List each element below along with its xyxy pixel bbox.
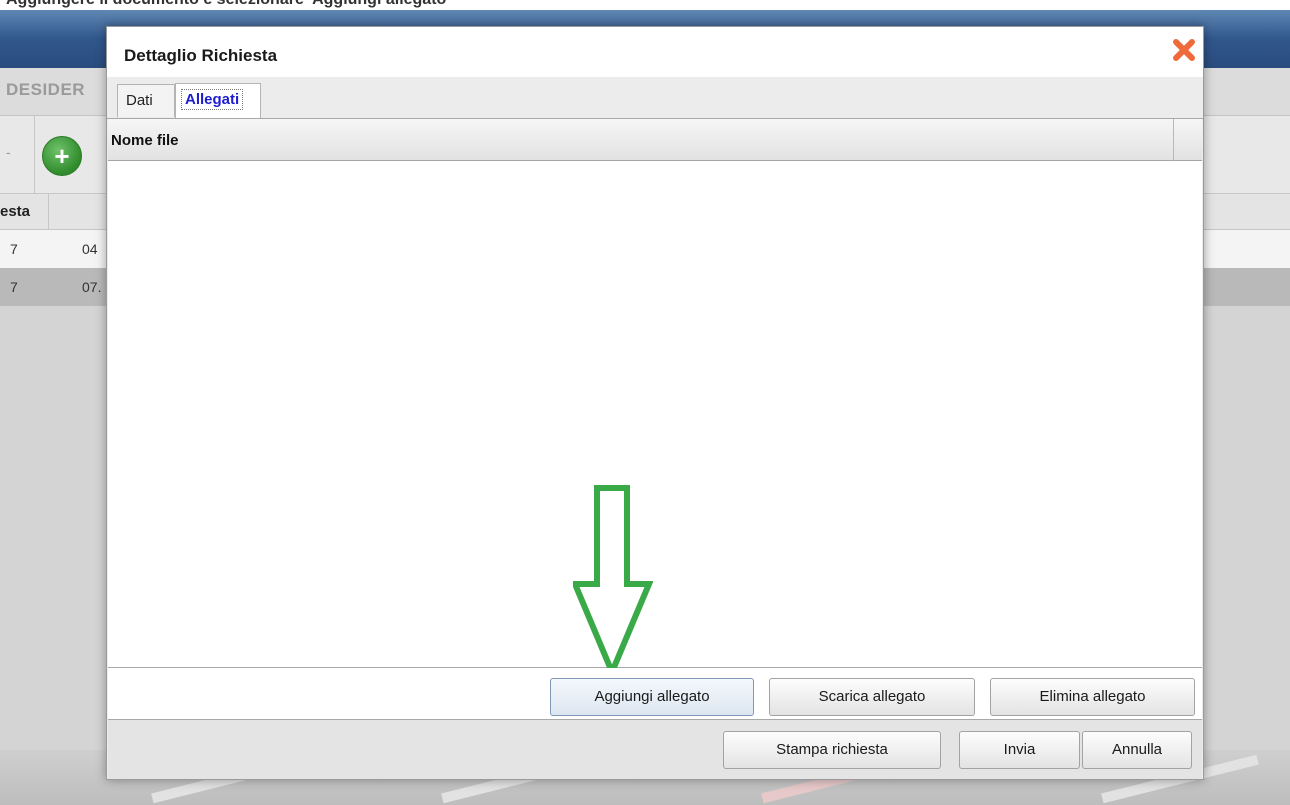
delete-attachment-button[interactable]: Elimina allegato [990, 678, 1195, 716]
tab-label: Allegati [181, 89, 244, 110]
plus-circle-icon[interactable]: + [42, 136, 82, 176]
dialog-title: Dettaglio Richiesta [124, 46, 278, 65]
tab-label: Dati [126, 92, 153, 109]
page-title: DESIDER [6, 80, 86, 99]
close-x-icon[interactable] [1169, 35, 1199, 65]
attachments-table[interactable]: Nome file [108, 119, 1202, 668]
column-header: esta [0, 203, 31, 220]
toolbar-divider [34, 116, 35, 194]
table-cell: 7 [10, 279, 18, 295]
attachment-action-bar: Aggiungi allegato Scarica allegato Elimi… [108, 668, 1202, 720]
cancel-button[interactable]: Annulla [1082, 731, 1192, 769]
table-cell: 7 [10, 241, 18, 257]
print-request-button[interactable]: Stampa richiesta [723, 731, 941, 769]
table-cell: 07. [82, 279, 102, 295]
dialog-header: Dettaglio Richiesta [107, 27, 1203, 77]
tab-allegati[interactable]: Allegati [175, 83, 261, 118]
download-attachment-button[interactable]: Scarica allegato [769, 678, 975, 716]
request-detail-dialog: Dettaglio Richiesta Dati Allegati Nome f… [106, 26, 1204, 780]
arrow-down-annotation [573, 485, 653, 676]
tab-dati[interactable]: Dati [117, 84, 175, 117]
table-header-corner [1174, 119, 1202, 161]
table-cell: 04 [82, 241, 98, 257]
add-attachment-button[interactable]: Aggiungi allegato [550, 678, 754, 716]
instruction-caption: Aggiungere il documento e selezionare 'A… [0, 0, 1290, 10]
dialog-footer: Stampa richiesta Invia Annulla [108, 720, 1202, 779]
tab-bar: Dati Allegati [107, 77, 1203, 119]
send-button[interactable]: Invia [959, 731, 1080, 769]
table-header[interactable]: Nome file [108, 119, 1174, 161]
column-header-nome-file: Nome file [111, 132, 179, 149]
column-divider [48, 194, 49, 230]
toolbar-separator-dash: - [6, 144, 11, 160]
